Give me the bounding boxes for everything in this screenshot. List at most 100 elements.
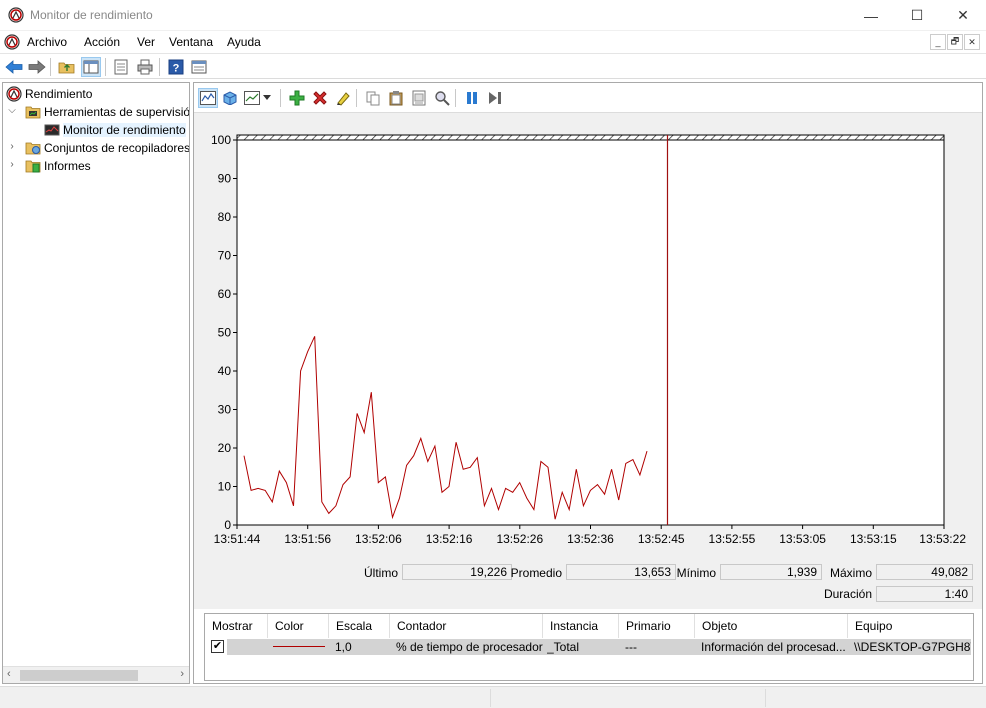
duration-label: Duración bbox=[823, 587, 872, 601]
chevron-right-icon[interactable]: › bbox=[7, 141, 17, 152]
menu-ventana[interactable]: Ventana bbox=[169, 35, 213, 49]
delete-counter-icon[interactable] bbox=[310, 88, 330, 108]
system-menu-icon[interactable] bbox=[4, 34, 20, 50]
zoom-icon[interactable] bbox=[432, 88, 452, 108]
performance-monitor-pane: 100 90 80 70 60 50 40 30 20 10 0 13:51:44 13:51:56 1… bbox=[193, 82, 983, 684]
tree-item-conjuntos[interactable]: Conjuntos de recopiladores de datos bbox=[25, 139, 189, 157]
y-tick-label: 80 bbox=[218, 210, 232, 224]
x-tick-label: 13:52:36 bbox=[567, 532, 614, 546]
highlight-icon[interactable] bbox=[333, 88, 353, 108]
y-tick-label: 60 bbox=[218, 287, 232, 301]
col-header-instance[interactable]: Instancia bbox=[543, 614, 619, 638]
menu-archivo[interactable]: Archivo bbox=[27, 35, 67, 49]
col-header-object[interactable]: Objeto bbox=[695, 614, 848, 638]
menu-accion[interactable]: Acción bbox=[84, 35, 120, 49]
x-tick-label: 13:51:44 bbox=[214, 532, 261, 546]
tree-item-herramientas[interactable]: Herramientas de supervisión bbox=[25, 103, 189, 121]
paste-counter-list-icon[interactable] bbox=[386, 88, 406, 108]
graph-type-dropdown-icon[interactable] bbox=[261, 88, 273, 108]
show-hide-tree-icon[interactable] bbox=[81, 57, 101, 77]
x-tick-label: 13:51:56 bbox=[284, 532, 331, 546]
x-tick-label: 13:52:26 bbox=[496, 532, 543, 546]
tree-item-label: Monitor de rendimiento bbox=[63, 123, 186, 137]
col-header-computer[interactable]: Equipo bbox=[848, 614, 973, 638]
tree-item-monitor-rendimiento[interactable]: Monitor de rendimiento bbox=[44, 121, 186, 139]
folder-icon bbox=[25, 106, 41, 119]
graph-area: 100 90 80 70 60 50 40 30 20 10 0 13:51:44 13:51:56 1… bbox=[194, 113, 982, 609]
y-tick-label: 50 bbox=[218, 326, 232, 340]
average-value: 13,653 bbox=[566, 564, 676, 580]
view-current-activity-icon[interactable] bbox=[198, 88, 218, 108]
plot-top-hatch bbox=[236, 134, 945, 141]
maximum-value: 49,082 bbox=[876, 564, 973, 580]
col-header-parent[interactable]: Primario bbox=[619, 614, 695, 638]
mdi-minimize-button[interactable]: _ bbox=[930, 34, 946, 50]
x-tick-label: 13:53:22 bbox=[919, 532, 966, 546]
title-bar: Monitor de rendimiento — ☐ ✕ bbox=[0, 0, 986, 31]
update-data-icon[interactable] bbox=[485, 88, 505, 108]
col-header-show[interactable]: Mostrar bbox=[205, 614, 268, 638]
svg-text:?: ? bbox=[173, 63, 180, 75]
menu-ayuda[interactable]: Ayuda bbox=[227, 35, 261, 49]
back-icon[interactable] bbox=[4, 57, 24, 77]
tree-horizontal-scrollbar[interactable]: ‹ › bbox=[3, 666, 189, 683]
average-label: Promedio bbox=[510, 566, 562, 580]
chevron-right-icon[interactable]: › bbox=[7, 159, 17, 170]
x-tick-label: 13:53:05 bbox=[779, 532, 826, 546]
scroll-right-icon[interactable]: › bbox=[180, 668, 184, 680]
chevron-down-icon[interactable]: ⌵ bbox=[7, 105, 17, 116]
mdi-restore-button[interactable]: 🗗 bbox=[947, 34, 963, 50]
y-tick-label: 40 bbox=[218, 364, 232, 378]
performance-icon bbox=[6, 86, 22, 102]
properties-icon[interactable] bbox=[409, 88, 429, 108]
close-button[interactable]: ✕ bbox=[940, 0, 986, 31]
copy-properties-icon[interactable] bbox=[363, 88, 383, 108]
performance-toolbar bbox=[194, 83, 982, 113]
col-header-color[interactable]: Color bbox=[268, 614, 329, 638]
console-tree: Rendimiento ⌵ Herramientas de supervisió… bbox=[2, 82, 190, 684]
add-counter-icon[interactable] bbox=[287, 88, 307, 108]
y-tick-label: 10 bbox=[218, 480, 232, 494]
col-header-counter[interactable]: Contador bbox=[390, 614, 543, 638]
up-folder-icon[interactable] bbox=[57, 57, 77, 77]
show-checkbox[interactable]: ✔ bbox=[211, 640, 224, 653]
view-log-data-icon[interactable] bbox=[220, 88, 240, 108]
performance-app-icon bbox=[8, 7, 24, 23]
change-graph-type-icon[interactable] bbox=[242, 88, 262, 108]
line-chart[interactable]: 1009080706050403020100 13:51:44 13:51:56 1… bbox=[194, 113, 982, 609]
print-icon[interactable] bbox=[135, 57, 155, 77]
table-row[interactable]: ✔ 1,0 % de tiempo de procesador _Total -… bbox=[207, 639, 971, 655]
window-title: Monitor de rendimiento bbox=[30, 8, 153, 22]
object-cell: Información del procesad... bbox=[701, 640, 846, 654]
chart-monitor-icon bbox=[44, 124, 60, 136]
menu-bar: Archivo Acción Ver Ventana Ayuda _ 🗗 ✕ bbox=[0, 31, 986, 53]
help-icon[interactable]: ? bbox=[166, 57, 186, 77]
mdi-close-button[interactable]: ✕ bbox=[964, 34, 980, 50]
y-tick-label: 0 bbox=[224, 518, 231, 532]
tree-item-rendimiento[interactable]: Rendimiento bbox=[6, 85, 92, 103]
y-tick-label: 20 bbox=[218, 441, 232, 455]
computer-cell: \\DESKTOP-G7PGH8V bbox=[854, 640, 971, 654]
properties-pane-icon[interactable] bbox=[189, 57, 209, 77]
minimize-button[interactable]: — bbox=[848, 0, 894, 31]
maximum-label: Máximo bbox=[829, 566, 872, 580]
plot-background bbox=[236, 134, 945, 526]
forward-icon[interactable] bbox=[27, 57, 47, 77]
maximize-button[interactable]: ☐ bbox=[894, 0, 940, 31]
x-tick-label: 13:52:16 bbox=[426, 532, 473, 546]
mdi-controls: _ 🗗 ✕ bbox=[930, 34, 980, 50]
freeze-display-icon[interactable] bbox=[462, 88, 482, 108]
minimum-value: 1,939 bbox=[720, 564, 822, 580]
scroll-left-icon[interactable]: ‹ bbox=[7, 668, 11, 680]
parent-cell: --- bbox=[625, 640, 637, 654]
tree-item-label: Informes bbox=[44, 159, 91, 173]
tree-item-informes[interactable]: Informes bbox=[25, 157, 91, 175]
y-tick-label: 70 bbox=[218, 249, 232, 263]
scale-cell: 1,0 bbox=[335, 640, 352, 654]
export-list-icon[interactable] bbox=[111, 57, 131, 77]
data-collector-icon bbox=[25, 142, 41, 155]
minimum-label: Mínimo bbox=[676, 566, 716, 580]
menu-ver[interactable]: Ver bbox=[137, 35, 155, 49]
col-header-scale[interactable]: Escala bbox=[329, 614, 390, 638]
scrollbar-thumb[interactable] bbox=[20, 670, 138, 681]
